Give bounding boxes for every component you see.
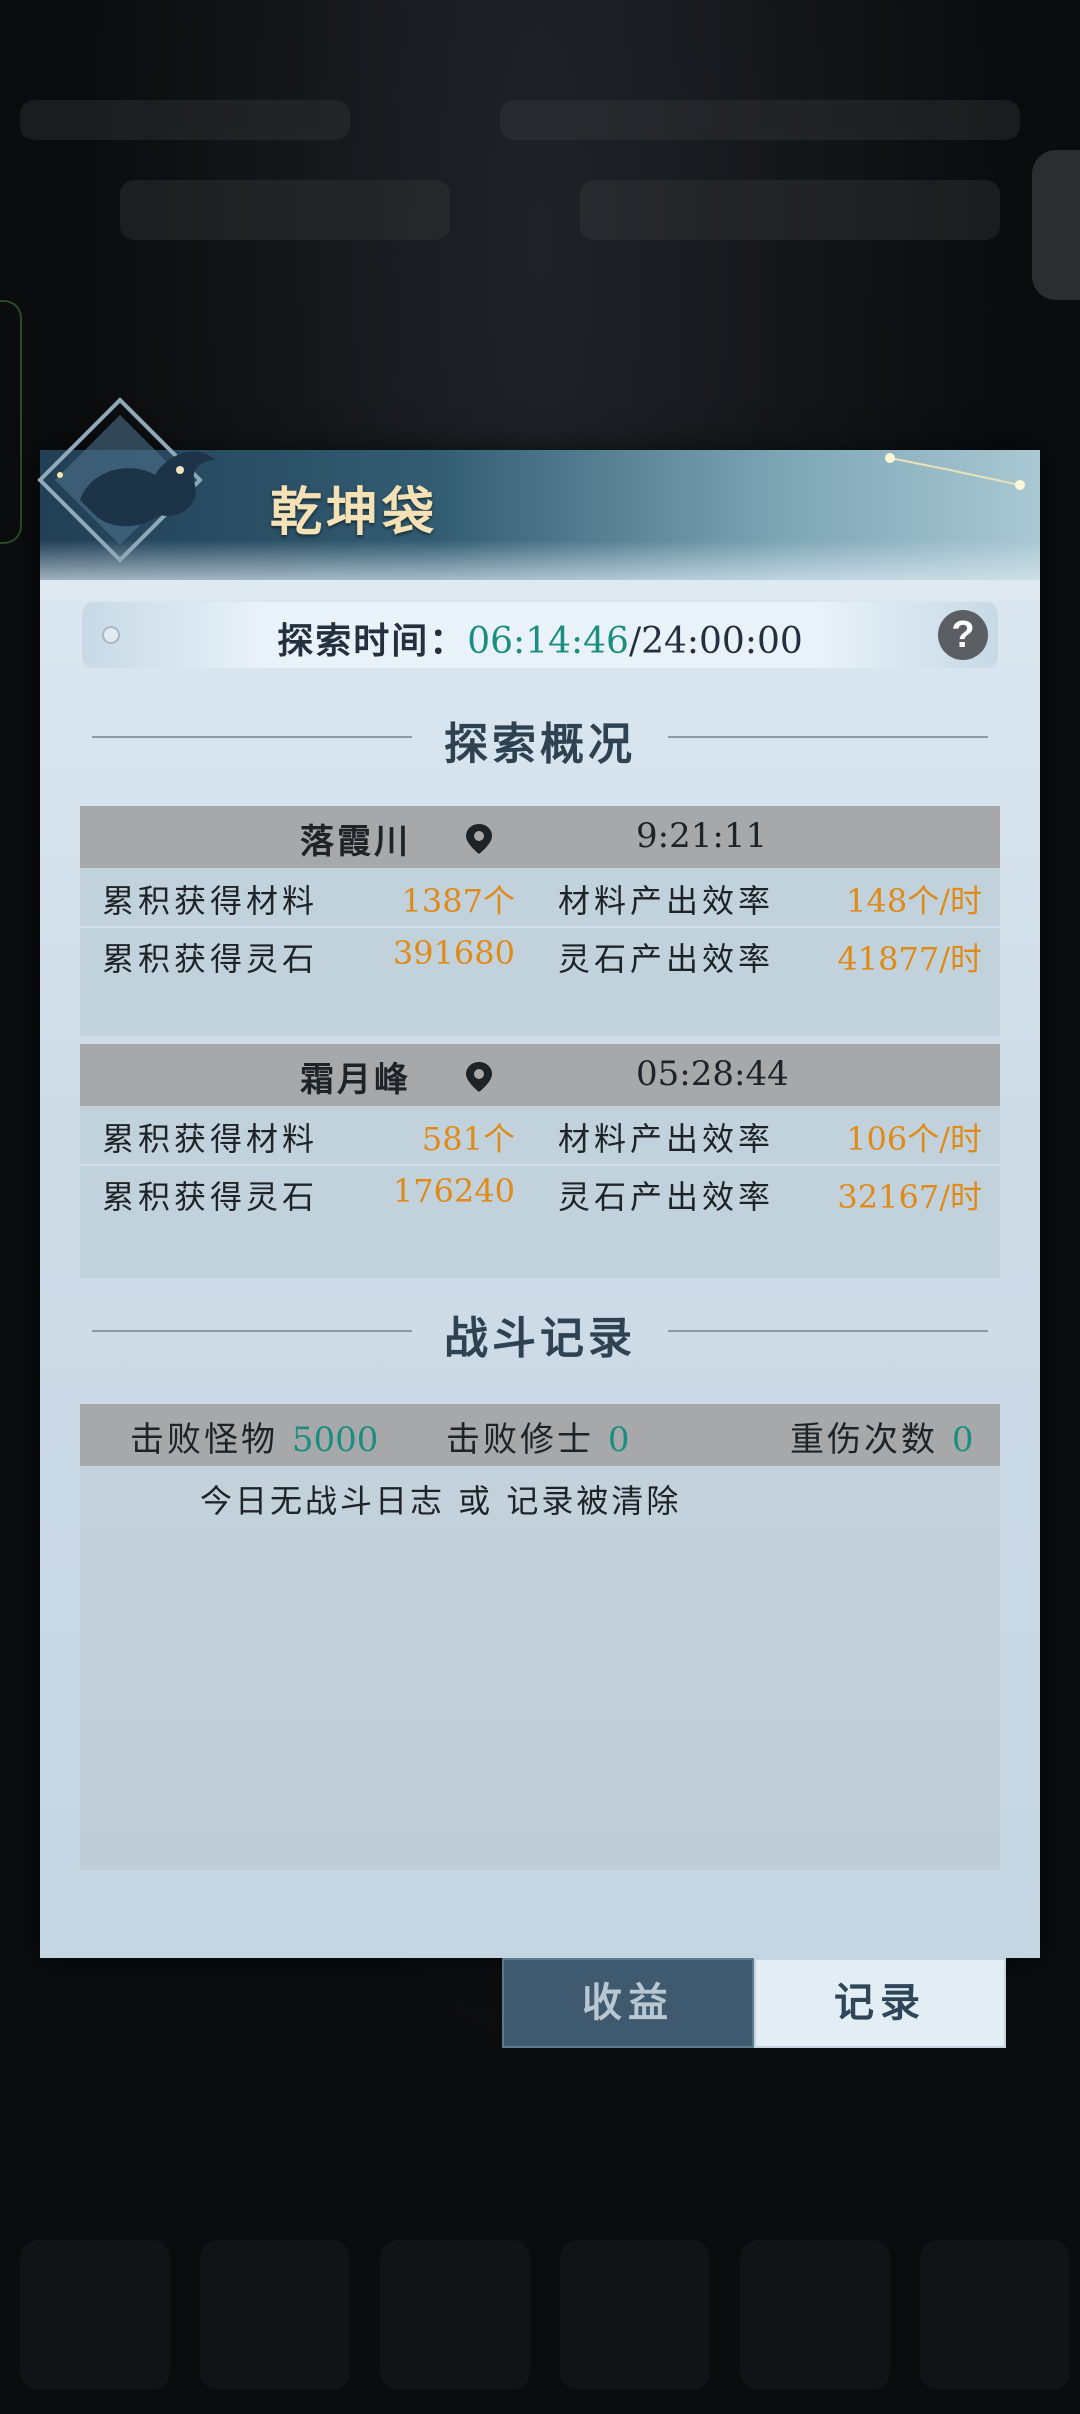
stat-label: 累积获得材料 [102,882,319,920]
explore-time-current: 06:14:46 [467,621,629,662]
help-icon[interactable]: ? [938,610,988,660]
stat-label: 累积获得材料 [102,1120,319,1158]
overview-heading-text: 探索概况 [444,719,636,770]
rate-value: 106个/时 [846,1120,982,1158]
cultivators-defeated: 击败修士 0 [446,1412,629,1461]
stat-row: 累积获得灵石 391680 灵石产出效率 41877/时 [80,926,1000,984]
stat-label: 累积获得灵石 [102,940,319,978]
explore-time-separator: / [628,621,642,662]
injury-count: 重伤次数 0 [790,1412,973,1461]
qiankun-bag-dialog: 乾坤袋 探索时间：06:14:46/24:00:00 ? 探索概况 落霞川 9:… [37,397,1040,1958]
location-time: 05:28:44 [636,1054,789,1094]
rate-label: 材料产出效率 [558,1120,775,1158]
battle-record-panel: 击败怪物 5000 击败修士 0 重伤次数 0 今日无战斗日志 或 记录被清除 [80,1404,1000,1870]
explore-time-label: 探索时间： [277,620,468,662]
location-name: 落霞川 [300,822,411,862]
battle-empty-message: 今日无战斗日志 或 记录被清除 [200,1482,682,1520]
tab-record[interactable]: 记录 [754,1958,1006,2048]
stat-value: 1387个 [401,882,515,920]
injury-value: 0 [951,1420,974,1460]
beast-emblem-icon [37,397,215,563]
stat-value: 581个 [421,1120,515,1158]
rate-value: 32167/时 [837,1178,982,1216]
stat-row: 累积获得材料 581个 材料产出效率 106个/时 [80,1106,1000,1166]
monsters-defeated: 击败怪物 5000 [130,1412,378,1461]
constellation-icon [885,453,1025,490]
rate-value: 148个/时 [846,882,982,920]
rate-value: 41877/时 [837,940,982,978]
stat-value: 176240 [392,1172,515,1210]
dialog-title: 乾坤袋 [270,482,439,543]
cultivators-value: 0 [607,1420,630,1460]
stat-row: 累积获得灵石 176240 灵石产出效率 32167/时 [80,1164,1000,1222]
background-top-bar [20,100,1020,240]
rate-label: 材料产出效率 [558,882,775,920]
background-side-tab [0,300,22,544]
background-bottom-nav [0,2220,1080,2414]
location-name: 霜月峰 [300,1060,411,1100]
location-pin-icon[interactable] [464,822,494,856]
location-card: 落霞川 9:21:11 累积获得材料 1387个 材料产出效率 148个/时 累… [80,806,1000,1036]
background-avatar [1032,150,1080,300]
rate-label: 灵石产出效率 [558,1178,775,1216]
battle-heading: 战斗记录 [92,1300,988,1364]
stat-value: 391680 [392,934,515,972]
explore-time-bar: 探索时间：06:14:46/24:00:00 ? [82,602,998,668]
cultivators-label: 击败修士 [446,1420,594,1460]
location-card: 霜月峰 05:28:44 累积获得材料 581个 材料产出效率 106个/时 累… [80,1044,1000,1278]
overview-heading: 探索概况 [92,706,988,770]
tab-income[interactable]: 收益 [502,1958,754,2048]
stat-label: 累积获得灵石 [102,1178,319,1216]
injury-label: 重伤次数 [790,1420,938,1460]
explore-time-total: 24:00:00 [641,621,803,662]
rate-label: 灵石产出效率 [558,940,775,978]
location-time: 9:21:11 [636,816,768,856]
monsters-value: 5000 [291,1420,379,1460]
battle-heading-text: 战斗记录 [444,1313,636,1364]
monsters-label: 击败怪物 [130,1420,278,1460]
stat-row: 累积获得材料 1387个 材料产出效率 148个/时 [80,868,1000,928]
location-pin-icon[interactable] [464,1060,494,1094]
